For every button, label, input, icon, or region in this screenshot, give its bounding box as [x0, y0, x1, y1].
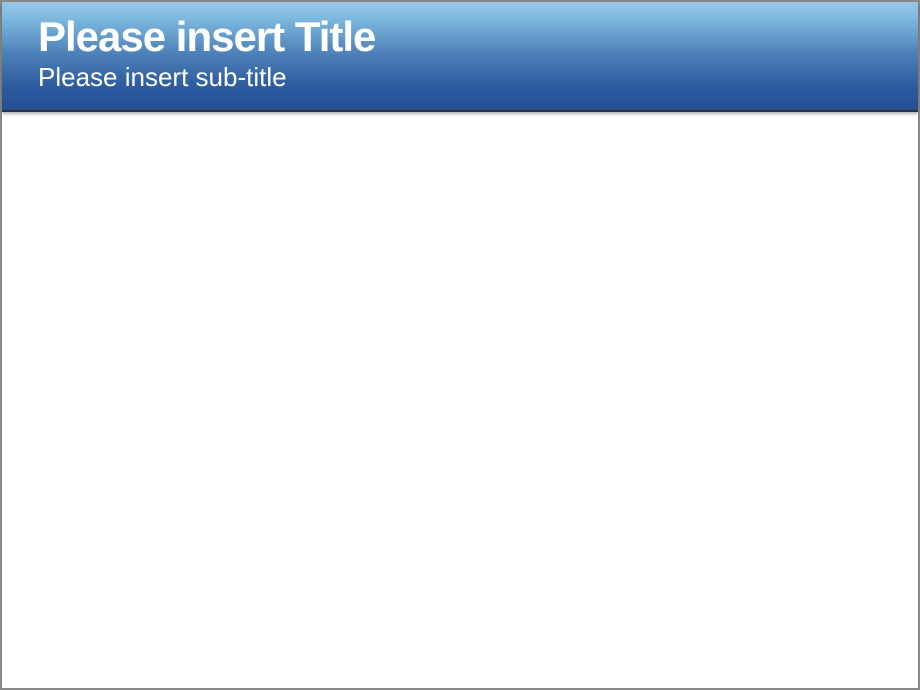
- slide-subtitle[interactable]: Please insert sub-title: [38, 62, 918, 93]
- slide-container: Please insert Title Please insert sub-ti…: [2, 2, 918, 688]
- content-area[interactable]: [2, 112, 918, 688]
- slide-title[interactable]: Please insert Title: [38, 16, 918, 58]
- header-band: Please insert Title Please insert sub-ti…: [2, 2, 918, 112]
